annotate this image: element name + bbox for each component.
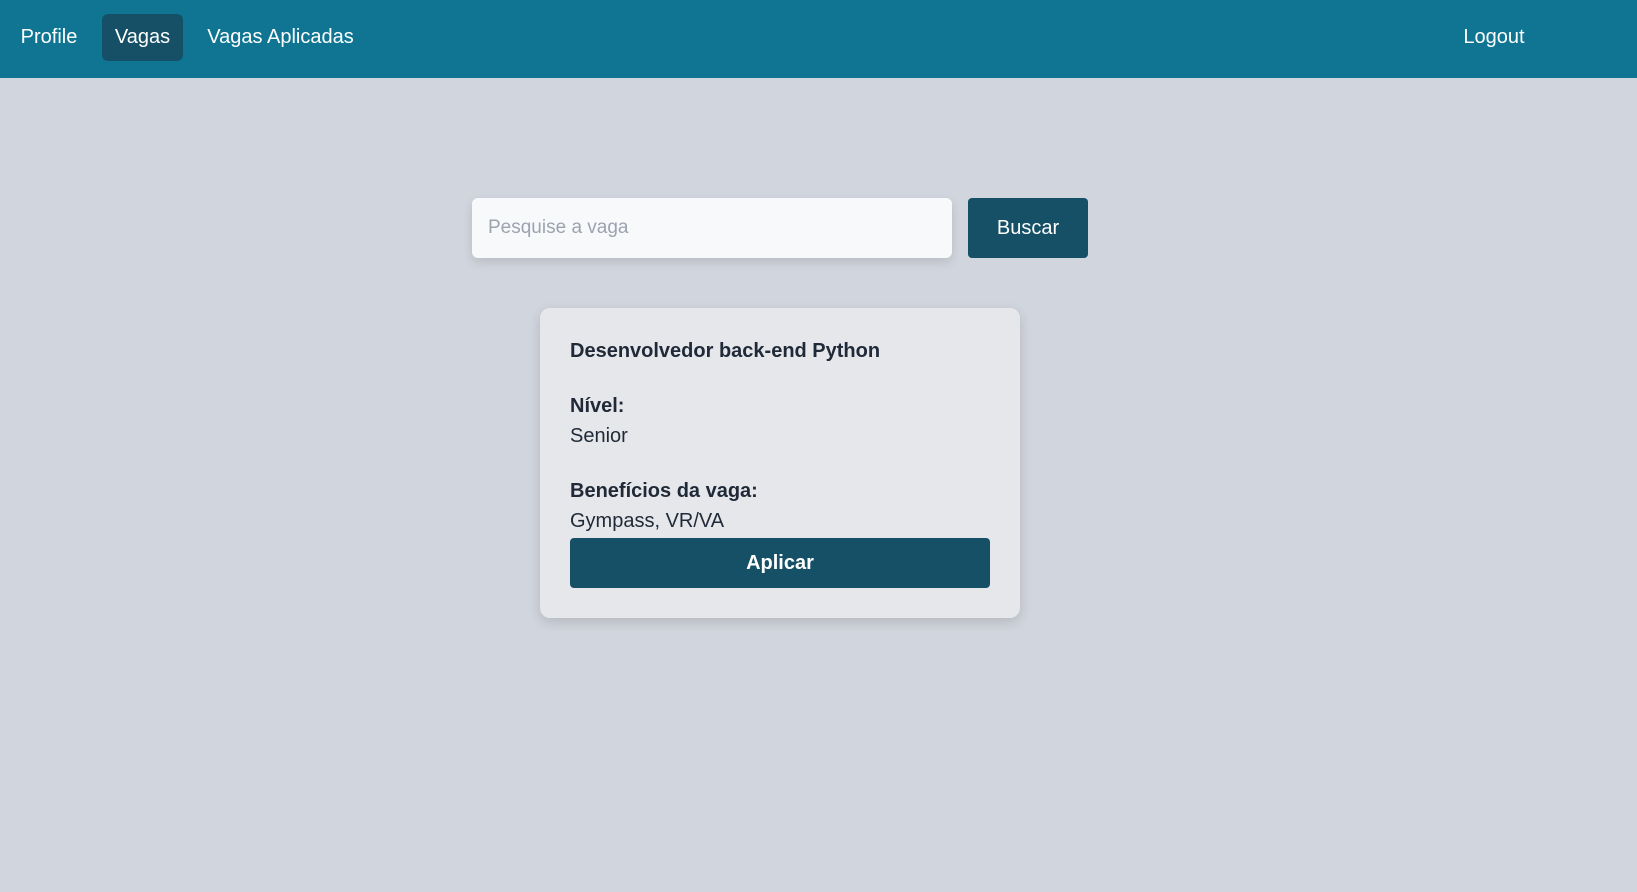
benefits-label: Benefícios da vaga: [570, 480, 758, 502]
nav-item-vagas[interactable]: Vagas [102, 14, 183, 61]
benefits-value: Gympass, VR/VA [570, 510, 725, 532]
nav-item-vagas-aplicadas[interactable]: Vagas Aplicadas [199, 14, 362, 61]
search-button[interactable]: Buscar [968, 198, 1088, 258]
level-label: Nível: [570, 395, 625, 417]
job-card: Desenvolvedor back-end Python Nível: Sen… [540, 308, 1020, 618]
job-search-input[interactable] [472, 198, 952, 258]
logout-link[interactable]: Logout [1452, 14, 1536, 61]
job-title: Desenvolvedor back-end Python [570, 340, 881, 362]
level-value: Senior [570, 425, 628, 447]
nav-item-profile[interactable]: Profile [10, 14, 88, 61]
top-navbar: Profile Vagas Vagas Aplicadas Logout [0, 0, 1637, 78]
apply-button[interactable]: Aplicar [570, 538, 990, 588]
